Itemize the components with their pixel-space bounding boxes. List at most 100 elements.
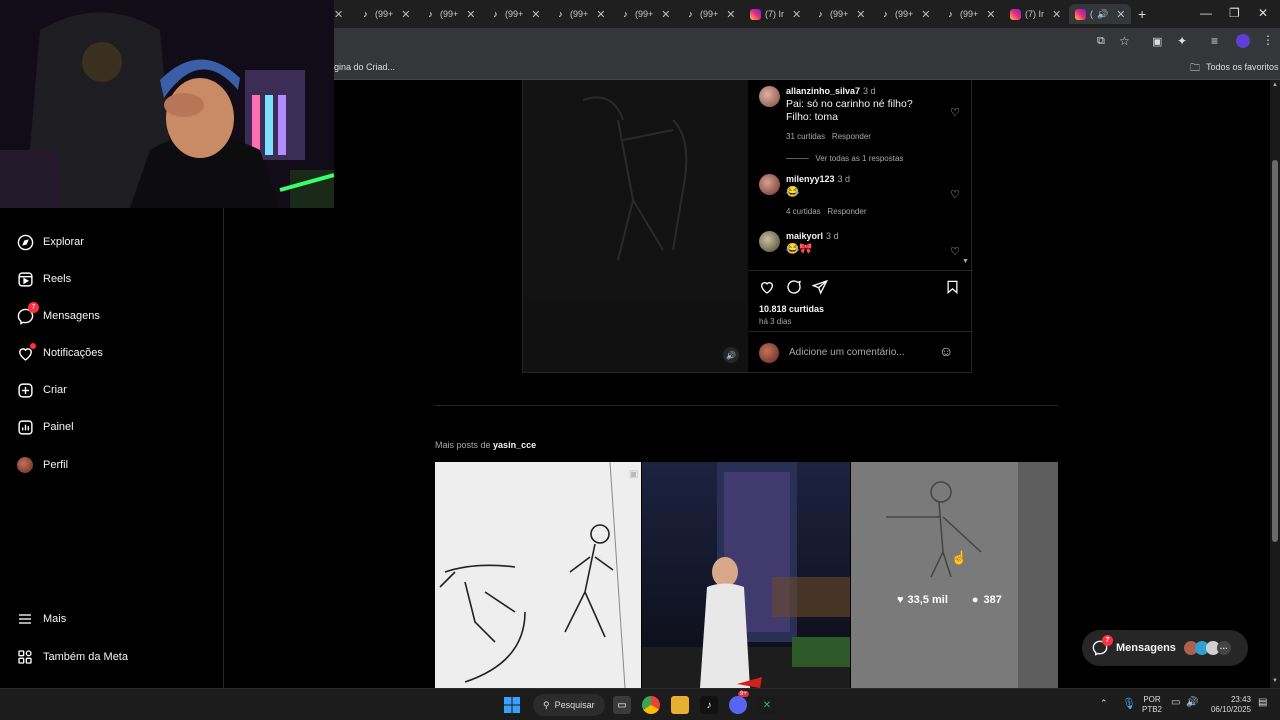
reply-button[interactable]: Responder	[832, 132, 871, 141]
task-view-icon[interactable]: ▭	[613, 696, 631, 714]
excel-icon[interactable]: ✕	[758, 696, 776, 714]
chrome-icon[interactable]	[642, 696, 660, 714]
close-icon[interactable]: ✕	[986, 8, 995, 21]
media-control-icon[interactable]: ≡	[1211, 34, 1218, 48]
microphone-icon[interactable]: 🎙	[1122, 697, 1136, 710]
minimize-icon[interactable]: —	[1200, 6, 1212, 20]
likes-count[interactable]: 10.818 curtidas	[759, 304, 824, 314]
close-icon[interactable]: ✕	[466, 8, 475, 21]
sidebar-item-reels[interactable]: Reels	[16, 267, 71, 291]
avatar[interactable]	[759, 86, 780, 107]
reply-button[interactable]: Responder	[827, 207, 866, 216]
heart-icon[interactable]: ♡	[950, 188, 960, 201]
profile-avatar[interactable]	[1236, 34, 1250, 48]
emoji-icon[interactable]: ☺	[939, 343, 953, 359]
close-icon[interactable]: ✕	[792, 8, 801, 21]
notification-center-icon[interactable]: ▤	[1258, 697, 1267, 708]
scroll-up-arrow[interactable]: ▲	[1272, 82, 1278, 88]
heart-icon[interactable]: ♡	[950, 245, 960, 258]
restore-icon[interactable]: ❐	[1229, 6, 1240, 20]
close-icon[interactable]: ✕	[531, 8, 540, 21]
bookmark-icon[interactable]	[945, 279, 960, 299]
tab-close-partial[interactable]: ✕	[334, 4, 343, 24]
sidebar-item-mensagens[interactable]: 7 Mensagens	[16, 302, 100, 328]
all-bookmarks[interactable]: Todos os favoritos	[1206, 62, 1279, 72]
comment-icon[interactable]	[786, 279, 802, 299]
comment-username[interactable]: maikyorl 3 d	[786, 231, 839, 241]
close-icon[interactable]: ✕	[661, 8, 670, 21]
sidebar-item-explorar[interactable]: Explorar	[16, 230, 84, 254]
close-icon[interactable]: ✕	[401, 8, 410, 21]
input-language[interactable]: POR PTB2	[1142, 695, 1162, 715]
sidebar-item-tambem-da-meta[interactable]: Também da Meta	[16, 645, 128, 669]
browser-tab[interactable]: (7) Ir ✕	[1010, 4, 1061, 24]
tiktok-icon[interactable]: ♪	[700, 696, 718, 714]
comment-input[interactable]: Adicione um comentário...	[789, 347, 905, 358]
instagram-icon	[750, 8, 761, 20]
sidebar-item-mais[interactable]: Mais	[16, 607, 66, 631]
file-explorer-icon[interactable]	[671, 696, 689, 714]
heart-icon[interactable]: ♡	[950, 106, 960, 119]
close-icon[interactable]: ✕	[726, 8, 735, 21]
windows-start-icon[interactable]	[503, 696, 521, 714]
comment: allanzinho_silva7 3 d Pai: só no carinho …	[759, 86, 964, 166]
scroll-down-icon[interactable]: ▼	[962, 258, 969, 265]
comment-username[interactable]: allanzinho_silva7 3 d	[786, 86, 876, 96]
scroll-down-arrow[interactable]: ▼	[1272, 678, 1278, 684]
tiktok-icon: ♪	[558, 9, 563, 19]
post-thumbnail[interactable]	[642, 462, 850, 688]
streamer-webcam-image	[0, 0, 334, 208]
bookmark-star-icon[interactable]: ☆	[1119, 34, 1130, 48]
clock[interactable]: 23:43 06/10/2025	[1205, 695, 1251, 715]
post-thumbnail[interactable]: ▣	[435, 462, 641, 688]
extensions-puzzle-icon[interactable]: ✦	[1177, 34, 1187, 48]
browser-tab[interactable]: (7) Ir ✕	[750, 4, 801, 24]
page-scrollbar[interactable]: ▲ ▼	[1270, 80, 1280, 688]
messages-floating-button[interactable]: 7 Mensagens ···	[1082, 630, 1248, 666]
volume-icon[interactable]: 🔊	[723, 347, 739, 363]
view-replies-button[interactable]: ──── Ver todas as 1 respostas	[786, 154, 903, 163]
browser-tab[interactable]: ♪ (99+ ✕	[880, 4, 930, 24]
close-icon[interactable]: ✕	[921, 8, 930, 21]
post-thumbnail-hovered[interactable]: ♥ 33,5 mil ● 387 ☝	[851, 462, 1058, 688]
browser-tab[interactable]: ♪ (99+ ✕	[620, 4, 670, 24]
close-icon[interactable]: ✕	[596, 8, 605, 21]
chevron-up-icon[interactable]: ⌃	[1100, 698, 1108, 709]
close-icon[interactable]: ✕	[1116, 8, 1125, 21]
close-window-icon[interactable]: ✕	[1258, 6, 1268, 20]
volume-icon[interactable]: 🔊	[1186, 697, 1198, 708]
post-video[interactable]: 🔊	[523, 80, 748, 372]
tiktok-icon: ♪	[428, 9, 433, 19]
sidebar-item-notificacoes[interactable]: Notificações	[16, 341, 103, 365]
more-posts-username[interactable]: yasin_cce	[493, 440, 536, 450]
sidebar-item-criar[interactable]: Criar	[16, 378, 67, 402]
share-icon[interactable]	[811, 279, 828, 299]
instagram-icon	[1075, 8, 1086, 20]
avatar[interactable]	[759, 174, 780, 195]
new-tab-button[interactable]: +	[1138, 4, 1146, 24]
network-icon[interactable]: ▭	[1171, 697, 1180, 708]
close-icon[interactable]: ✕	[1052, 8, 1061, 21]
install-app-icon[interactable]: ⧉	[1097, 35, 1105, 48]
browser-tab[interactable]: ♪ (99+ ✕	[490, 4, 540, 24]
extension-icon[interactable]: ▣	[1152, 35, 1162, 48]
browser-tab[interactable]: ♪ (99+ ✕	[425, 4, 475, 24]
kebab-menu-icon[interactable]: ⋮	[1262, 33, 1274, 47]
browser-tab[interactable]: ♪ (99+ ✕	[555, 4, 605, 24]
browser-tab[interactable]: ♪ (99+ ✕	[815, 4, 865, 24]
post-actions: 10.818 curtidas há 3 dias Adicione um co…	[749, 270, 973, 372]
close-icon[interactable]: ✕	[856, 8, 865, 21]
scrollbar-thumb[interactable]	[1272, 160, 1278, 542]
taskbar-search[interactable]: ⚲ Pesquisar	[533, 694, 605, 716]
browser-tab[interactable]: ♪ (99+ ✕	[945, 4, 995, 24]
like-icon[interactable]	[759, 279, 775, 299]
comment-username[interactable]: milenyy123 3 d	[786, 174, 850, 184]
sidebar-item-painel[interactable]: Painel	[16, 415, 74, 439]
sidebar-item-perfil[interactable]: Perfil	[16, 453, 68, 477]
discord-icon[interactable]: 9+	[729, 691, 749, 714]
browser-tab[interactable]: ♪ (99+ ✕	[685, 4, 735, 24]
bookmark-item[interactable]: gina do Criad...	[334, 62, 395, 72]
browser-tab-active[interactable]: (🔊 ✕	[1069, 4, 1132, 24]
avatar[interactable]	[759, 231, 780, 252]
browser-tab[interactable]: ♪ (99+ ✕	[360, 4, 410, 24]
